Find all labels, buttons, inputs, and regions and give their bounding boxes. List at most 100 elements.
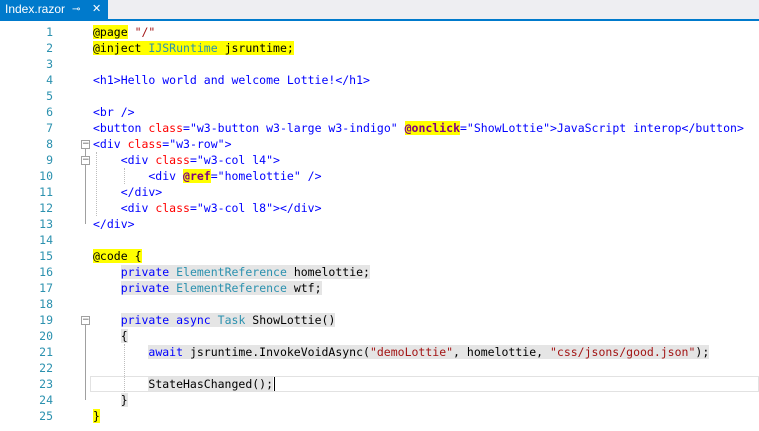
code-token: } — [120, 393, 128, 407]
code-line[interactable]: 10 <div @ref="homelottie" /> — [0, 168, 759, 184]
code-token: /> — [300, 169, 322, 183]
code-line[interactable]: 13 </div> — [0, 216, 759, 232]
code-line[interactable]: 22 — [0, 360, 759, 376]
code-text: <div class="w3-row"> — [93, 136, 232, 152]
code-line[interactable]: 14 — [0, 232, 759, 248]
code-line[interactable]: 25} — [0, 408, 759, 424]
code-line[interactable]: 20 { — [0, 328, 759, 344]
collapse-region-icon[interactable]: − — [81, 156, 90, 165]
code-token: @inject — [93, 41, 142, 55]
code-line[interactable]: 24 } — [0, 392, 759, 408]
code-token: , homelottie, — [453, 345, 550, 359]
code-line[interactable]: 15 @code { — [0, 248, 759, 264]
code-text: } — [93, 408, 100, 424]
indent-guide — [96, 152, 97, 216]
code-line[interactable]: 12 <div class="w3-col l8"></div> — [0, 200, 759, 216]
outline-bracket — [85, 325, 86, 400]
code-line[interactable]: 1 @page "/" — [0, 24, 759, 40]
code-line[interactable]: 16 private ElementReference homelottie; — [0, 264, 759, 280]
code-token: StateHasChanged(); — [148, 377, 274, 391]
code-text: private async Task ShowLottie() — [93, 312, 336, 328]
line-number: 10 — [39, 169, 53, 183]
code-line[interactable]: 4 <h1>Hello world and welcome Lottie!</h1… — [0, 72, 759, 88]
code-line[interactable]: 18 — [0, 296, 759, 312]
code-token: wtf; — [286, 281, 322, 295]
outline-bracket — [85, 165, 86, 192]
code-line[interactable]: 23 StateHasChanged(); — [0, 376, 759, 392]
line-number: 23 — [39, 377, 53, 391]
close-icon[interactable]: ✕ — [92, 0, 101, 19]
code-line[interactable]: 8 <div class="w3-row"> — [0, 136, 759, 152]
code-token: class — [155, 201, 190, 215]
code-text: StateHasChanged(); — [93, 376, 274, 392]
code-token: "css/jsons/good.json" — [549, 345, 696, 359]
code-text: <div class="w3-col l4"> — [93, 152, 280, 168]
code-token: <div — [93, 201, 156, 215]
code-text: <div @ref="homelottie" /> — [93, 168, 322, 184]
code-token: "w3-row"> — [169, 137, 232, 151]
code-token: @code — [93, 249, 128, 263]
code-token: IJSRuntime — [148, 41, 218, 55]
code-line[interactable]: 6 <br /> — [0, 104, 759, 120]
code-token: jsruntime; — [217, 41, 294, 55]
code-line[interactable]: 3 — [0, 56, 759, 72]
code-line[interactable]: 21 await jsruntime.InvokeVoidAsync("demo… — [0, 344, 759, 360]
code-token: class — [148, 121, 184, 135]
code-token: <br /> — [93, 105, 135, 119]
line-number: 8 — [46, 137, 53, 151]
line-number: 21 — [39, 345, 53, 359]
code-token: private — [120, 313, 170, 327]
indent-guide — [124, 344, 125, 392]
code-line[interactable]: 7 <button class="w3-button w3-large w3-in… — [0, 120, 759, 136]
code-token: = — [210, 169, 218, 183]
line-number: 18 — [39, 297, 53, 311]
code-editor[interactable]: 1 @page "/" 2 @inject IJSRuntime jsruntime;… — [0, 21, 759, 431]
code-line[interactable]: 2 @inject IJSRuntime jsruntime; — [0, 40, 759, 56]
line-number: 11 — [39, 185, 53, 199]
code-token: <h1>Hello world and welcome Lottie!</h1> — [93, 73, 370, 87]
line-number: 19 — [39, 313, 53, 327]
code-token: { — [134, 249, 142, 263]
line-number: 7 — [46, 121, 53, 135]
code-token: <div — [93, 169, 184, 183]
code-token: private — [120, 281, 170, 295]
code-token: = — [189, 201, 197, 215]
code-text: @inject IJSRuntime jsruntime; — [93, 40, 294, 56]
code-line[interactable]: 17 private ElementReference wtf; — [0, 280, 759, 296]
code-token: <button — [93, 121, 149, 135]
code-text: private ElementReference wtf; — [93, 280, 322, 296]
code-token: </div> — [93, 185, 163, 199]
collapse-region-icon[interactable]: − — [81, 140, 90, 149]
code-token: ="ShowLottie">JavaScript interop</button… — [460, 121, 744, 135]
pin-icon[interactable]: ⊸ — [72, 0, 80, 19]
code-token: "homelottie" — [217, 169, 301, 183]
code-token: "w3-col l8"></div> — [196, 201, 322, 215]
line-number: 5 — [46, 89, 53, 103]
line-number: 6 — [46, 105, 53, 119]
code-token: } — [93, 409, 100, 423]
code-token: class — [127, 137, 163, 151]
line-number: 22 — [39, 361, 53, 375]
code-token: <div — [93, 153, 156, 167]
code-token: @page — [93, 25, 128, 39]
collapse-region-icon[interactable]: − — [81, 316, 90, 325]
code-text: @code { — [93, 248, 142, 264]
line-number: 2 — [46, 41, 53, 55]
line-number: 17 — [39, 281, 53, 295]
code-token: ElementReference — [176, 265, 287, 279]
document-tab-strip: Index.razor ⊸ ✕ — [0, 0, 759, 21]
code-line[interactable]: 19 private async Task ShowLottie() — [0, 312, 759, 328]
code-line[interactable]: 5 — [0, 88, 759, 104]
tab-index-razor[interactable]: Index.razor ⊸ ✕ — [0, 0, 108, 19]
code-line[interactable]: 11 </div> — [0, 184, 759, 200]
code-token: </div> — [93, 217, 135, 231]
code-line[interactable]: 9 <div class="w3-col l4"> — [0, 152, 759, 168]
line-number: 13 — [39, 217, 53, 231]
